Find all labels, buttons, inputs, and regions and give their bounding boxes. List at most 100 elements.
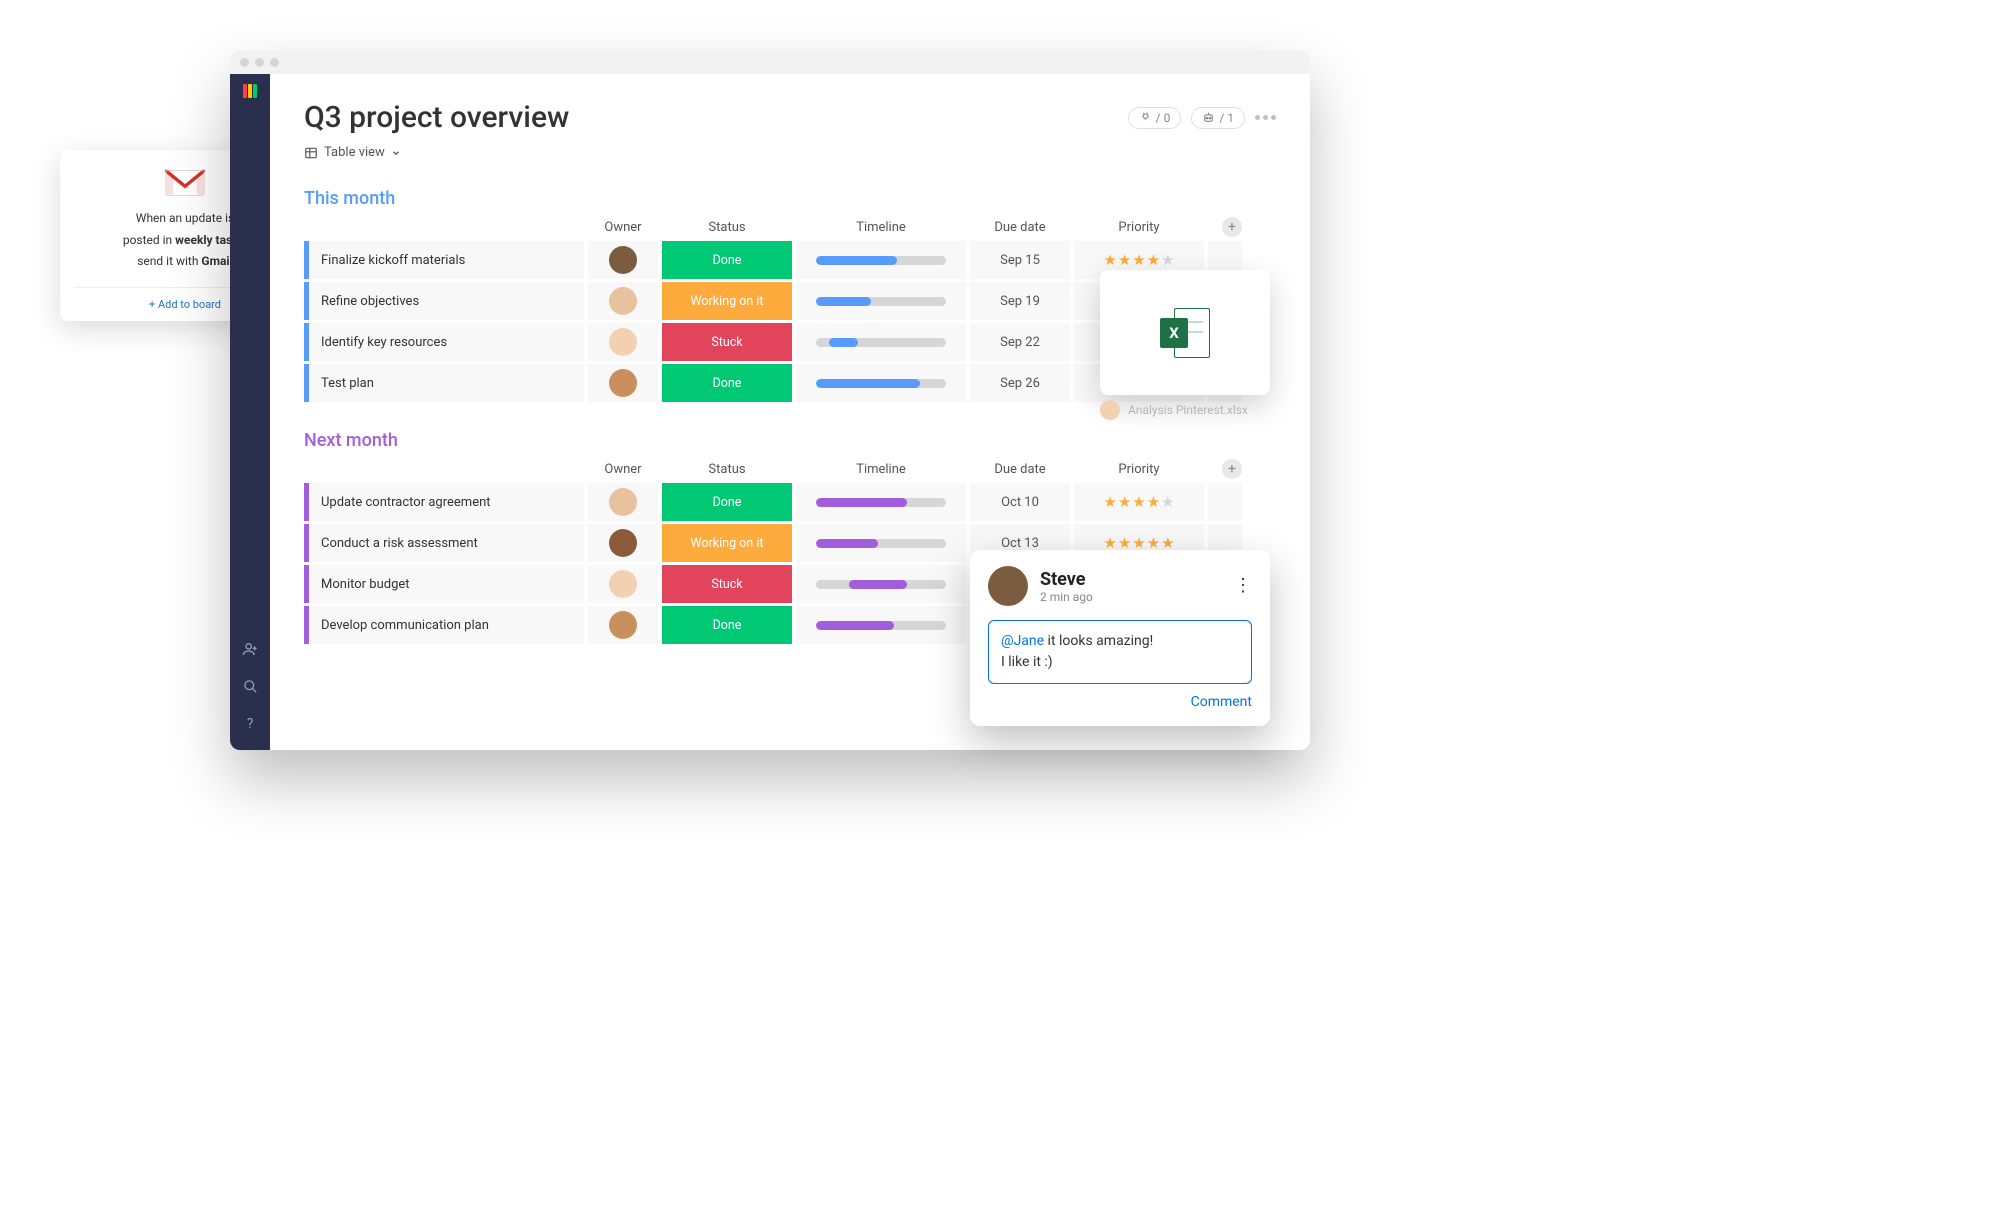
- owner-cell[interactable]: [588, 323, 658, 361]
- timeline-cell[interactable]: [796, 364, 966, 402]
- page-title: Q3 project overview: [304, 100, 569, 135]
- comment-submit-button[interactable]: Comment: [988, 694, 1252, 710]
- group-title[interactable]: Next month: [304, 430, 1276, 451]
- integrations-count: / 0: [1156, 111, 1171, 125]
- comment-input[interactable]: @Jane it looks amazing! I like it :): [988, 620, 1252, 684]
- sidebar: ?: [230, 74, 270, 750]
- status-cell[interactable]: Done: [662, 606, 792, 644]
- more-menu-button[interactable]: [1255, 115, 1276, 120]
- timeline-cell[interactable]: [796, 282, 966, 320]
- star-icon[interactable]: ★: [1132, 251, 1145, 269]
- view-selector[interactable]: Table view: [304, 145, 1276, 160]
- due-date-cell[interactable]: Sep 19: [970, 282, 1070, 320]
- status-cell[interactable]: Done: [662, 241, 792, 279]
- timeline-cell[interactable]: [796, 606, 966, 644]
- automations-count: / 1: [1219, 111, 1234, 125]
- task-name-cell[interactable]: Test plan: [304, 364, 584, 402]
- owner-cell[interactable]: [588, 483, 658, 521]
- add-column-button[interactable]: +: [1222, 459, 1242, 479]
- task-name-cell[interactable]: Identify key resources: [304, 323, 584, 361]
- excel-attachment-card[interactable]: X: [1100, 270, 1270, 395]
- owner-avatar: [609, 369, 637, 397]
- timeline-cell[interactable]: [796, 524, 966, 562]
- owner-cell[interactable]: [588, 241, 658, 279]
- due-date-cell[interactable]: Sep 15: [970, 241, 1070, 279]
- col-status: Status: [662, 462, 792, 477]
- group-title[interactable]: This month: [304, 188, 1276, 209]
- task-row: Update contractor agreement Done Oct 10 …: [304, 483, 1276, 521]
- automations-chip[interactable]: / 1: [1191, 107, 1245, 129]
- star-icon[interactable]: ★: [1103, 493, 1116, 511]
- owner-avatar: [609, 611, 637, 639]
- owner-cell[interactable]: [588, 606, 658, 644]
- owner-avatar: [609, 246, 637, 274]
- star-icon[interactable]: ★: [1161, 251, 1174, 269]
- owner-avatar: [609, 529, 637, 557]
- star-icon[interactable]: ★: [1147, 251, 1160, 269]
- comment-text2: I like it :): [1001, 654, 1053, 670]
- star-icon[interactable]: ★: [1147, 493, 1160, 511]
- search-icon[interactable]: [243, 679, 258, 698]
- status-cell[interactable]: Done: [662, 483, 792, 521]
- excel-icon: X: [1160, 308, 1210, 358]
- task-name-cell[interactable]: Update contractor agreement: [304, 483, 584, 521]
- excel-file-meta: Analysis Pinterest.xlsx: [1100, 400, 1248, 420]
- traffic-light-max[interactable]: [270, 58, 279, 67]
- star-icon[interactable]: ★: [1118, 493, 1131, 511]
- col-due: Due date: [970, 462, 1070, 477]
- owner-cell[interactable]: [588, 565, 658, 603]
- file-owner-avatar: [1100, 400, 1120, 420]
- traffic-light-close[interactable]: [240, 58, 249, 67]
- timeline-cell[interactable]: [796, 483, 966, 521]
- gmail-text-bold2: Gmail: [201, 254, 232, 268]
- table-icon: [304, 146, 318, 160]
- due-date-cell[interactable]: Oct 10: [970, 483, 1070, 521]
- status-cell[interactable]: Done: [662, 364, 792, 402]
- status-cell[interactable]: Working on it: [662, 282, 792, 320]
- star-icon[interactable]: ★: [1103, 251, 1116, 269]
- status-cell[interactable]: Working on it: [662, 524, 792, 562]
- titlebar: [230, 50, 1310, 74]
- owner-cell[interactable]: [588, 364, 658, 402]
- timeline-cell[interactable]: [796, 323, 966, 361]
- task-name-cell[interactable]: Refine objectives: [304, 282, 584, 320]
- owner-avatar: [609, 488, 637, 516]
- status-cell[interactable]: Stuck: [662, 323, 792, 361]
- comment-time: 2 min ago: [1040, 590, 1093, 604]
- gmail-text-l3a: send it with: [137, 254, 201, 268]
- row-spacer: [1208, 483, 1242, 521]
- help-icon[interactable]: ?: [247, 716, 254, 732]
- due-date-cell[interactable]: Sep 22: [970, 323, 1070, 361]
- comment-author: Steve: [1040, 569, 1093, 590]
- integrations-chip[interactable]: / 0: [1128, 107, 1182, 129]
- status-cell[interactable]: Stuck: [662, 565, 792, 603]
- star-icon[interactable]: ★: [1118, 251, 1131, 269]
- timeline-cell[interactable]: [796, 241, 966, 279]
- table-header: Owner Status Timeline Due date Priority …: [304, 217, 1276, 237]
- owner-cell[interactable]: [588, 524, 658, 562]
- star-icon[interactable]: ★: [1161, 493, 1174, 511]
- task-name-cell[interactable]: Conduct a risk assessment: [304, 524, 584, 562]
- chevron-down-icon: [391, 148, 401, 158]
- priority-cell[interactable]: ★★★★★: [1074, 483, 1204, 521]
- owner-cell[interactable]: [588, 282, 658, 320]
- timeline-cell[interactable]: [796, 565, 966, 603]
- col-timeline: Timeline: [796, 220, 966, 235]
- comment-card: Steve 2 min ago ⋮ @Jane it looks amazing…: [970, 550, 1270, 726]
- col-priority: Priority: [1074, 462, 1204, 477]
- add-column-button[interactable]: +: [1222, 217, 1242, 237]
- owner-avatar: [609, 287, 637, 315]
- comment-text1: it looks amazing!: [1044, 633, 1153, 649]
- traffic-light-min[interactable]: [255, 58, 264, 67]
- comment-author-avatar: [988, 566, 1028, 606]
- task-name-cell[interactable]: Finalize kickoff materials: [304, 241, 584, 279]
- view-label: Table view: [324, 145, 385, 160]
- due-date-cell[interactable]: Sep 26: [970, 364, 1070, 402]
- comment-mention[interactable]: @Jane: [1001, 633, 1044, 649]
- task-name-cell[interactable]: Develop communication plan: [304, 606, 584, 644]
- star-icon[interactable]: ★: [1132, 493, 1145, 511]
- invite-icon[interactable]: [242, 641, 258, 661]
- col-timeline: Timeline: [796, 462, 966, 477]
- task-name-cell[interactable]: Monitor budget: [304, 565, 584, 603]
- gmail-icon: [165, 168, 205, 198]
